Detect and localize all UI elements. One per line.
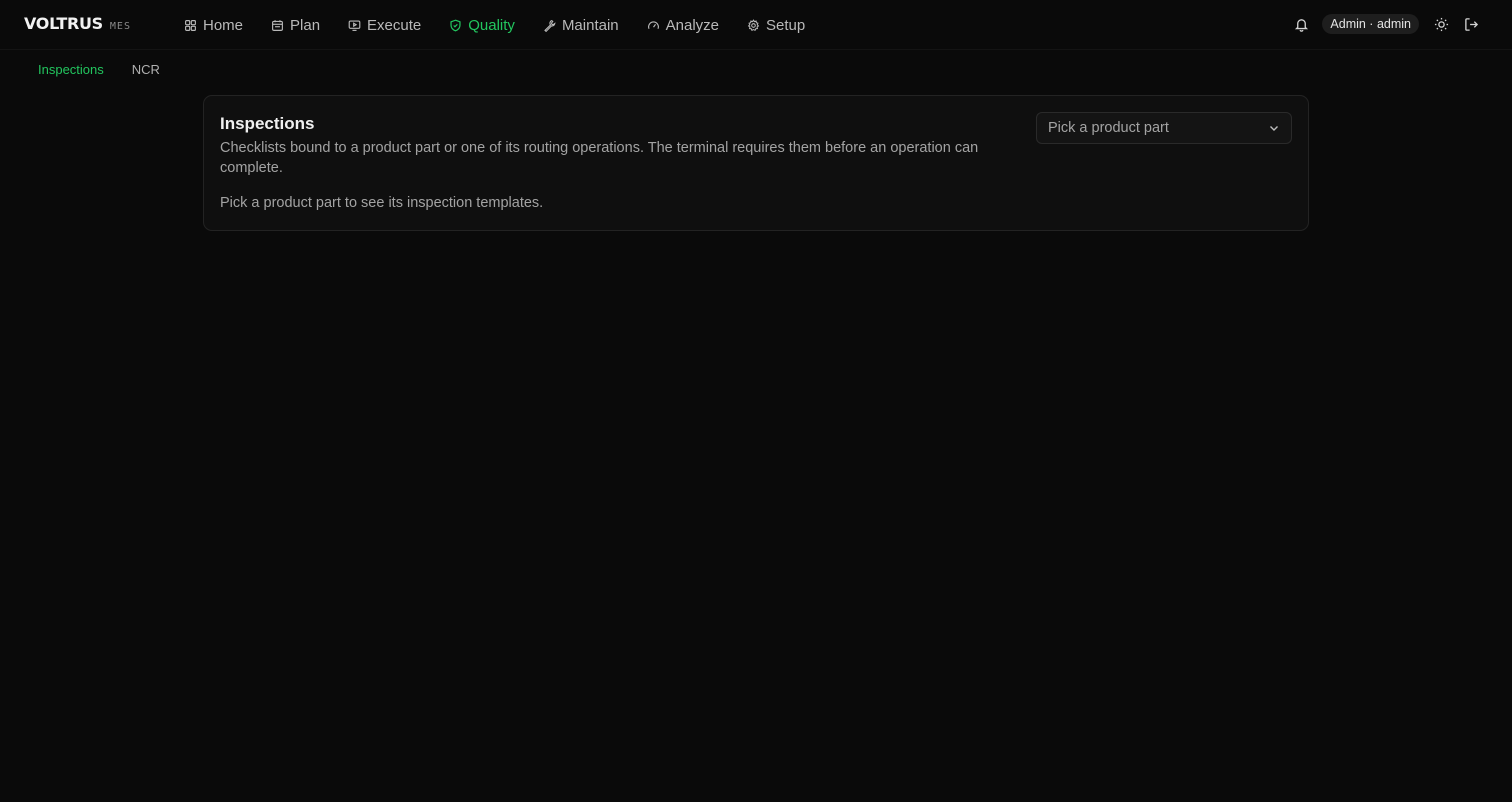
select-placeholder: Pick a product part [1048,120,1169,136]
brand-suffix: MES [109,21,131,32]
main-nav: Home Plan Execute Quality Maintain Analy… [170,0,819,50]
nav-item-label: Setup [766,16,806,34]
monitor-play-icon [348,19,361,32]
bell-icon [1294,17,1309,32]
nav-item-plan[interactable]: Plan [257,10,334,40]
gear-icon [747,18,760,32]
nav-item-setup[interactable]: Setup [733,10,819,40]
brand-logo[interactable]: VOLTRUS MES [24,14,131,33]
wrench-icon [543,19,556,32]
nav-item-label: Quality [468,16,515,34]
nav-item-label: Execute [367,16,422,34]
nav-item-execute[interactable]: Execute [334,10,435,40]
gauge-icon [647,19,660,32]
nav-item-label: Analyze [665,16,720,34]
top-bar: VOLTRUS MES Home Plan Execute Quality Ma… [0,0,1512,50]
chevron-down-icon [1268,122,1280,134]
theme-toggle-button[interactable] [1426,12,1456,36]
user-badge[interactable]: Admin · admin [1322,14,1419,34]
nav-item-quality[interactable]: Quality [435,10,529,40]
page-title: Inspections [220,114,315,133]
empty-state-message: Pick a product part to see its inspectio… [220,195,544,211]
nav-item-home[interactable]: Home [170,10,257,40]
brand-name: VOLTRUS [24,14,103,33]
product-part-select[interactable]: Pick a product part [1036,112,1292,144]
nav-item-label: Home [203,16,244,34]
calendar-icon [271,19,284,32]
logout-icon [1464,17,1479,32]
nav-item-maintain[interactable]: Maintain [529,10,633,40]
tab-inspections[interactable]: Inspections [24,56,118,84]
nav-item-label: Maintain [561,16,619,34]
nav-item-analyze[interactable]: Analyze [633,10,733,40]
nav-item-label: Plan [290,16,321,34]
inspections-card: Inspections Checklists bound to a produc… [203,95,1309,231]
tab-ncr[interactable]: NCR [118,56,174,84]
shield-icon [449,19,462,32]
logout-button[interactable] [1456,12,1486,36]
notifications-button[interactable] [1286,12,1316,36]
header-tools: Admin · admin [1286,12,1486,36]
sun-icon [1434,17,1449,32]
quality-subnav: Inspections NCR [24,56,174,84]
grid-icon [184,19,197,32]
page-description: Checklists bound to a product part or on… [220,140,979,176]
